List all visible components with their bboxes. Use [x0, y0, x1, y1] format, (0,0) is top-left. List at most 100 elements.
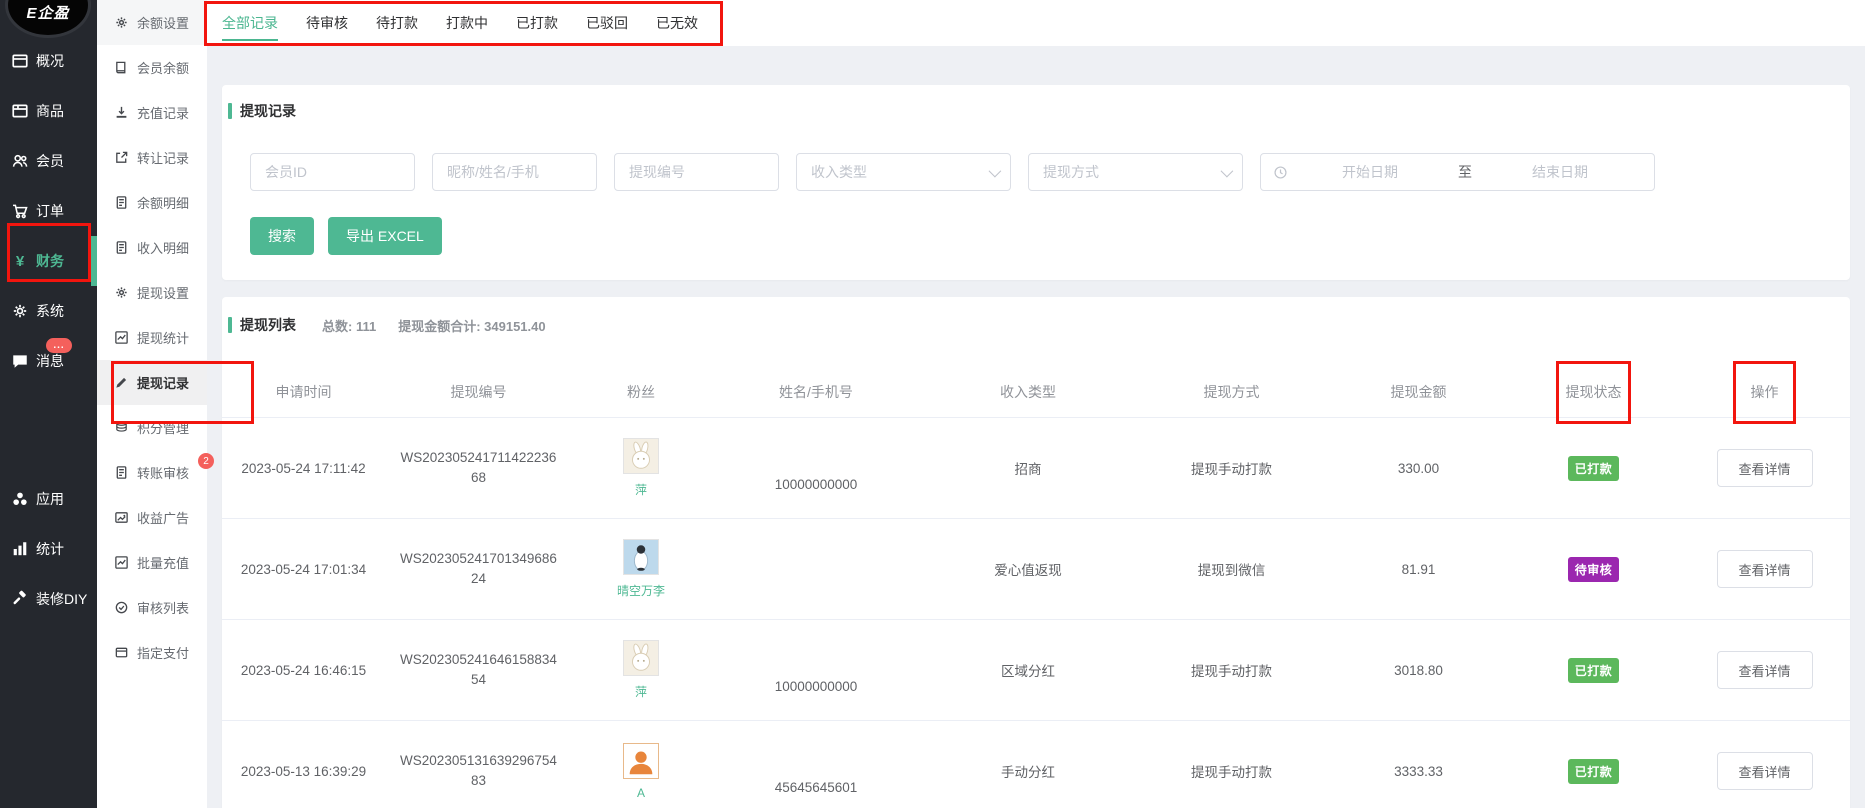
date-separator: 至: [1452, 162, 1478, 182]
search-button[interactable]: 搜索: [250, 217, 314, 255]
date-range-picker[interactable]: 开始日期 至 结束日期: [1260, 153, 1655, 191]
fan-nickname[interactable]: 晴空万李: [617, 582, 665, 599]
export-excel-button[interactable]: 导出 EXCEL: [328, 217, 442, 255]
yen-icon: ¥: [11, 252, 29, 270]
fan-nickname[interactable]: 萍: [635, 683, 647, 700]
sidebar-item-system[interactable]: 系统: [0, 286, 97, 336]
sidebar-item-stats[interactable]: 统计: [0, 524, 97, 574]
submenu-item-designated-payment[interactable]: 指定支付: [97, 630, 207, 675]
circle-check-icon: [114, 600, 129, 615]
sidebar-item-orders[interactable]: 订单: [0, 186, 97, 236]
rabbit-avatar: [623, 438, 659, 474]
income-type-select[interactable]: 收入类型: [796, 153, 1011, 191]
clock-icon: [1273, 165, 1288, 180]
pencil-icon: [114, 375, 129, 390]
withdraw-table: 申请时间 提现编号 粉丝 姓名/手机号 收入类型 提现方式 提现金额 提现状态 …: [222, 367, 1850, 808]
primary-sidebar: E企盈 概况 商品 会员 订单 ¥ 财务 系统 消息 ...: [0, 0, 97, 808]
status-badge: 已打款: [1568, 759, 1620, 784]
submenu-item-withdraw-records[interactable]: 提现记录: [97, 360, 207, 405]
submenu-item-recharge-records[interactable]: 充值记录: [97, 90, 207, 135]
bar-chart-icon: [11, 540, 29, 558]
table-header-row: 申请时间 提现编号 粉丝 姓名/手机号 收入类型 提现方式 提现金额 提现状态 …: [222, 367, 1850, 417]
sidebar-item-apps[interactable]: 应用: [0, 474, 97, 524]
gear-icon: [11, 302, 29, 320]
submenu-item-audit-list[interactable]: 审核列表: [97, 585, 207, 630]
status-tabbar: 全部记录 待审核 待打款 打款中 已打款 已驳回 已无效: [207, 0, 1865, 46]
book-icon: [114, 60, 129, 75]
table-row: 2023-05-13 16:39:29 WS202305131639296754…: [222, 720, 1850, 808]
tab-all-records[interactable]: 全部记录: [222, 0, 278, 46]
sidebar-item-goods[interactable]: 商品: [0, 86, 97, 136]
image-icon: [114, 510, 129, 525]
end-date-placeholder: 结束日期: [1478, 162, 1642, 182]
fan-cell[interactable]: 萍: [623, 438, 659, 498]
gear-icon: [114, 285, 129, 300]
view-detail-button[interactable]: 查看详情: [1717, 752, 1813, 790]
fan-nickname[interactable]: A: [637, 786, 645, 800]
tab-pending-payment[interactable]: 待打款: [376, 0, 418, 46]
view-detail-button[interactable]: 查看详情: [1717, 449, 1813, 487]
submenu-item-transfer-records[interactable]: 转让记录: [97, 135, 207, 180]
view-detail-button[interactable]: 查看详情: [1717, 550, 1813, 588]
submenu-item-income-detail[interactable]: 收入明细: [97, 225, 207, 270]
tab-rejected[interactable]: 已驳回: [586, 0, 628, 46]
filter-card-title: 提现记录: [222, 101, 1850, 121]
tab-paid[interactable]: 已打款: [516, 0, 558, 46]
submenu-item-withdraw-settings[interactable]: 提现设置: [97, 270, 207, 315]
status-badge: 待审核: [1568, 557, 1620, 582]
sidebar-item-finance[interactable]: ¥ 财务: [0, 236, 97, 286]
person-avatar: [623, 743, 659, 779]
view-detail-button[interactable]: 查看详情: [1717, 651, 1813, 689]
apps-icon: [11, 490, 29, 508]
submenu-item-balance-settings[interactable]: 余额设置: [97, 0, 207, 45]
total-count: 总数: 111: [322, 316, 376, 335]
tab-paying[interactable]: 打款中: [446, 0, 488, 46]
document-icon: [114, 465, 129, 480]
sidebar-spacer: [0, 386, 97, 474]
submenu-item-member-balance[interactable]: 会员余额: [97, 45, 207, 90]
withdraw-no-input[interactable]: [614, 153, 779, 191]
chat-bubble-icon: [11, 352, 29, 370]
table-row: 2023-05-24 17:11:42 WS202305241711422236…: [222, 417, 1850, 518]
withdraw-status-header: 提现状态: [1566, 382, 1622, 402]
cart-icon: [11, 202, 29, 220]
submenu-item-revenue-ads[interactable]: 收益广告: [97, 495, 207, 540]
submenu-item-batch-recharge[interactable]: 批量充值: [97, 540, 207, 585]
fan-cell[interactable]: A: [623, 743, 659, 800]
title-accent-bar: [228, 317, 232, 333]
dashboard-icon: [11, 52, 29, 70]
sidebar-item-overview[interactable]: 概况: [0, 36, 97, 86]
action-header: 操作: [1751, 382, 1779, 402]
submenu-item-transfer-audit[interactable]: 转账审核 2: [97, 450, 207, 495]
document-icon: [114, 195, 129, 210]
list-summary: 总数: 111 提现金额合计: 349151.40: [322, 316, 546, 335]
withdraw-method-select[interactable]: 提现方式: [1028, 153, 1243, 191]
finance-submenu: 余额设置 会员余额 充值记录 转让记录 余额明细 收入明细 提现设置 提现统计: [97, 0, 207, 808]
fan-cell[interactable]: 萍: [623, 640, 659, 700]
rabbit-avatar: [623, 640, 659, 676]
messages-count-badge: ...: [46, 338, 72, 353]
tab-pending-review[interactable]: 待审核: [306, 0, 348, 46]
sidebar-item-members[interactable]: 会员: [0, 136, 97, 186]
fan-cell[interactable]: 晴空万李: [617, 539, 665, 599]
fan-nickname[interactable]: 萍: [635, 481, 647, 498]
status-badge: 已打款: [1568, 658, 1620, 683]
member-id-input[interactable]: [250, 153, 415, 191]
list-card-title: 提现列表 总数: 111 提现金额合计: 349151.40: [222, 315, 1850, 335]
submenu-item-balance-detail[interactable]: 余额明细: [97, 180, 207, 225]
line-chart-icon: [114, 555, 129, 570]
box-icon: [11, 102, 29, 120]
tab-invalid[interactable]: 已无效: [656, 0, 698, 46]
submenu-item-points-management[interactable]: 积分管理: [97, 405, 207, 450]
withdraw-records-filter-card: 提现记录 收入类型 提现方式 开始日期 至 结束日期: [222, 85, 1850, 280]
brand-logo: E企盈: [0, 0, 97, 36]
filter-inputs-row: 收入类型 提现方式 开始日期 至 结束日期: [250, 153, 1850, 191]
nickname-input[interactable]: [432, 153, 597, 191]
submenu-item-withdraw-stats[interactable]: 提现统计: [97, 315, 207, 360]
title-accent-bar: [228, 103, 232, 119]
people-icon: [11, 152, 29, 170]
coins-icon: [114, 420, 129, 435]
transfer-audit-count-badge: 2: [198, 453, 214, 469]
sidebar-item-messages[interactable]: 消息 ...: [0, 336, 97, 386]
sidebar-item-decorate-diy[interactable]: 装修DIY: [0, 574, 97, 624]
